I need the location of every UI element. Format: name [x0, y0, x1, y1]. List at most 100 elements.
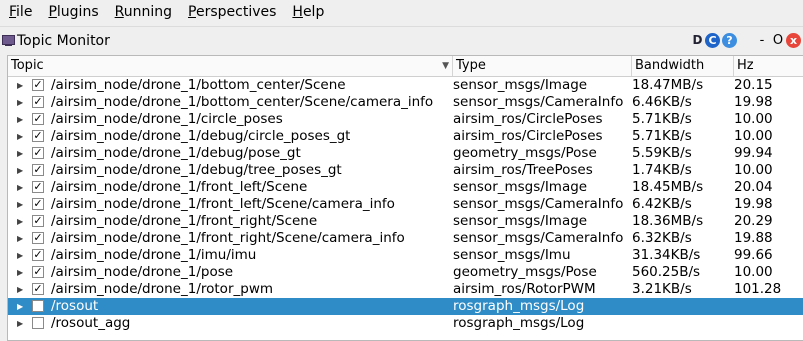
expand-arrow-icon[interactable]: ▶ [17, 315, 23, 332]
topic-bandwidth: 6.46KB/s [632, 94, 692, 110]
topic-hz: 101.28 [734, 281, 782, 297]
topic-bandwidth: 18.47MB/s [632, 77, 704, 93]
monitor-checkbox[interactable]: ✓ [32, 113, 44, 125]
table-row[interactable]: ▶ ✓ /airsim_node/drone_1/bottom_center/Sce… [8, 94, 803, 111]
float-button[interactable]: O [771, 33, 785, 48]
menu-label: erspectives [195, 4, 277, 20]
table-row[interactable]: ▶ ✓ /airsim_node/drone_1/bottom_center/Sce… [8, 77, 803, 94]
topic-type: sensor_msgs/Image [453, 77, 588, 93]
minimize-button[interactable]: - [755, 33, 769, 48]
monitor-checkbox[interactable]: ✓ [32, 96, 44, 108]
table-row[interactable]: ▶ /rosout rosgraph_msgs/Log [8, 298, 803, 315]
monitor-checkbox[interactable]: ✓ [32, 164, 44, 176]
menu-mnemonic: P [188, 4, 196, 20]
menu-mnemonic: F [9, 4, 17, 20]
menu-mnemonic: H [292, 4, 303, 20]
topic-name: /airsim_node/drone_1/front_right/Scene/c… [51, 230, 405, 246]
monitor-icon [2, 35, 15, 46]
table-row[interactable]: ▶ ✓ /airsim_node/drone_1/debug/tree_poses_… [8, 162, 803, 179]
monitor-checkbox[interactable]: ✓ [32, 215, 44, 227]
topic-name: /airsim_node/drone_1/pose [51, 264, 234, 280]
monitor-checkbox[interactable]: ✓ [32, 147, 44, 159]
table-row[interactable]: ▶ ✓ /airsim_node/drone_1/imu/imu sensor_msg… [8, 247, 803, 264]
menu-perspectives[interactable]: Perspectives [179, 0, 283, 25]
topic-type: sensor_msgs/Imu [453, 247, 571, 263]
topic-name: /airsim_node/drone_1/debug/pose_gt [51, 145, 301, 161]
topic-bandwidth [632, 315, 734, 332]
topic-bandwidth: 6.32KB/s [632, 230, 692, 246]
column-header-bandwidth[interactable]: Bandwidth [632, 56, 734, 76]
close-icon[interactable]: x [786, 33, 801, 48]
topic-name: /airsim_node/drone_1/debug/tree_poses_gt [51, 162, 342, 178]
topic-type: airsim_ros/TreePoses [453, 162, 593, 178]
column-header-type[interactable]: Type [453, 56, 632, 76]
column-header-hz[interactable]: Hz [734, 56, 803, 76]
topic-hz: 10.00 [734, 111, 773, 127]
column-header-topic[interactable]: Topic ▼ [8, 56, 453, 76]
topic-type: sensor_msgs/CameraInfo [453, 230, 624, 246]
topic-hz: 20.04 [734, 179, 773, 195]
monitor-checkbox[interactable]: ✓ [32, 283, 44, 295]
reload-icon[interactable]: C [705, 33, 720, 48]
table-row[interactable]: ▶ ✓ /airsim_node/drone_1/front_left/Scene s… [8, 179, 803, 196]
column-topic-label: Topic [11, 58, 44, 73]
table-row[interactable]: ▶ /rosout_agg rosgraph_msgs/Log [8, 315, 803, 332]
table-row[interactable]: ▶ ✓ /airsim_node/drone_1/front_right/Scene… [8, 213, 803, 230]
monitor-checkbox[interactable] [32, 317, 44, 329]
monitor-checkbox[interactable]: ✓ [32, 130, 44, 142]
topic-type: airsim_ros/CirclePoses [453, 111, 603, 127]
expand-arrow-icon[interactable]: ▶ [17, 213, 23, 230]
monitor-checkbox[interactable]: ✓ [32, 198, 44, 210]
topic-name: /airsim_node/drone_1/circle_poses [51, 111, 283, 127]
expand-arrow-icon[interactable]: ▶ [17, 94, 23, 111]
dock-d-button[interactable]: D [691, 33, 704, 48]
topic-hz [734, 298, 803, 315]
expand-arrow-icon[interactable]: ▶ [17, 281, 23, 298]
topic-name: /airsim_node/drone_1/bottom_center/Scene [51, 77, 346, 93]
table-row[interactable]: ▶ ✓ /airsim_node/drone_1/rotor_pwm airsim_r… [8, 281, 803, 298]
monitor-checkbox[interactable]: ✓ [32, 232, 44, 244]
topic-hz: 19.88 [734, 230, 773, 246]
topic-type: sensor_msgs/CameraInfo [453, 196, 624, 212]
expand-arrow-icon[interactable]: ▶ [17, 196, 23, 213]
menu-label: elp [302, 4, 325, 20]
table-row[interactable]: ▶ ✓ /airsim_node/drone_1/pose geometry_msgs… [8, 264, 803, 281]
menu-plugins[interactable]: Plugins [39, 0, 105, 25]
menu-running[interactable]: Running [106, 0, 179, 25]
column-type-label: Type [456, 58, 486, 73]
menu-file[interactable]: File [0, 0, 39, 25]
expand-arrow-icon[interactable]: ▶ [17, 128, 23, 145]
help-icon[interactable]: ? [722, 33, 737, 48]
table-row[interactable]: ▶ ✓ /airsim_node/drone_1/circle_poses airsi… [8, 111, 803, 128]
expand-arrow-icon[interactable]: ▶ [17, 230, 23, 247]
table-row[interactable]: ▶ ✓ /airsim_node/drone_1/debug/pose_gt geom… [8, 145, 803, 162]
topic-type: sensor_msgs/Image [453, 179, 588, 195]
expand-arrow-icon[interactable]: ▶ [17, 162, 23, 179]
topic-type: sensor_msgs/CameraInfo [453, 94, 624, 110]
column-bandwidth-label: Bandwidth [635, 58, 705, 73]
monitor-checkbox[interactable]: ✓ [32, 266, 44, 278]
menu-help[interactable]: Help [283, 0, 331, 25]
expand-arrow-icon[interactable]: ▶ [17, 264, 23, 281]
topic-hz: 10.00 [734, 128, 773, 144]
expand-arrow-icon[interactable]: ▶ [17, 145, 23, 162]
monitor-checkbox[interactable] [32, 300, 44, 312]
monitor-checkbox[interactable]: ✓ [32, 249, 44, 261]
table-row[interactable]: ▶ ✓ /airsim_node/drone_1/front_left/Scene/… [8, 196, 803, 213]
table-row[interactable]: ▶ ✓ /airsim_node/drone_1/front_right/Scene… [8, 230, 803, 247]
topic-name: /airsim_node/drone_1/front_left/Scene/ca… [51, 196, 395, 212]
topic-tree[interactable]: Topic ▼ Type Bandwidth Hz ▶ ✓ /airsim_node… [7, 55, 803, 341]
column-hz-label: Hz [737, 58, 754, 73]
expand-arrow-icon[interactable]: ▶ [17, 298, 23, 315]
topic-bandwidth: 31.34KB/s [632, 247, 701, 263]
expand-arrow-icon[interactable]: ▶ [17, 77, 23, 94]
monitor-checkbox[interactable]: ✓ [32, 181, 44, 193]
expand-arrow-icon[interactable]: ▶ [17, 179, 23, 196]
expand-arrow-icon[interactable]: ▶ [17, 111, 23, 128]
topic-bandwidth: 5.71KB/s [632, 111, 692, 127]
table-row[interactable]: ▶ ✓ /airsim_node/drone_1/debug/circle_pose… [8, 128, 803, 145]
expand-arrow-icon[interactable]: ▶ [17, 247, 23, 264]
monitor-checkbox[interactable]: ✓ [32, 79, 44, 91]
topic-name: /airsim_node/drone_1/front_right/Scene [51, 213, 318, 229]
topic-name: /rosout_agg [51, 315, 131, 331]
